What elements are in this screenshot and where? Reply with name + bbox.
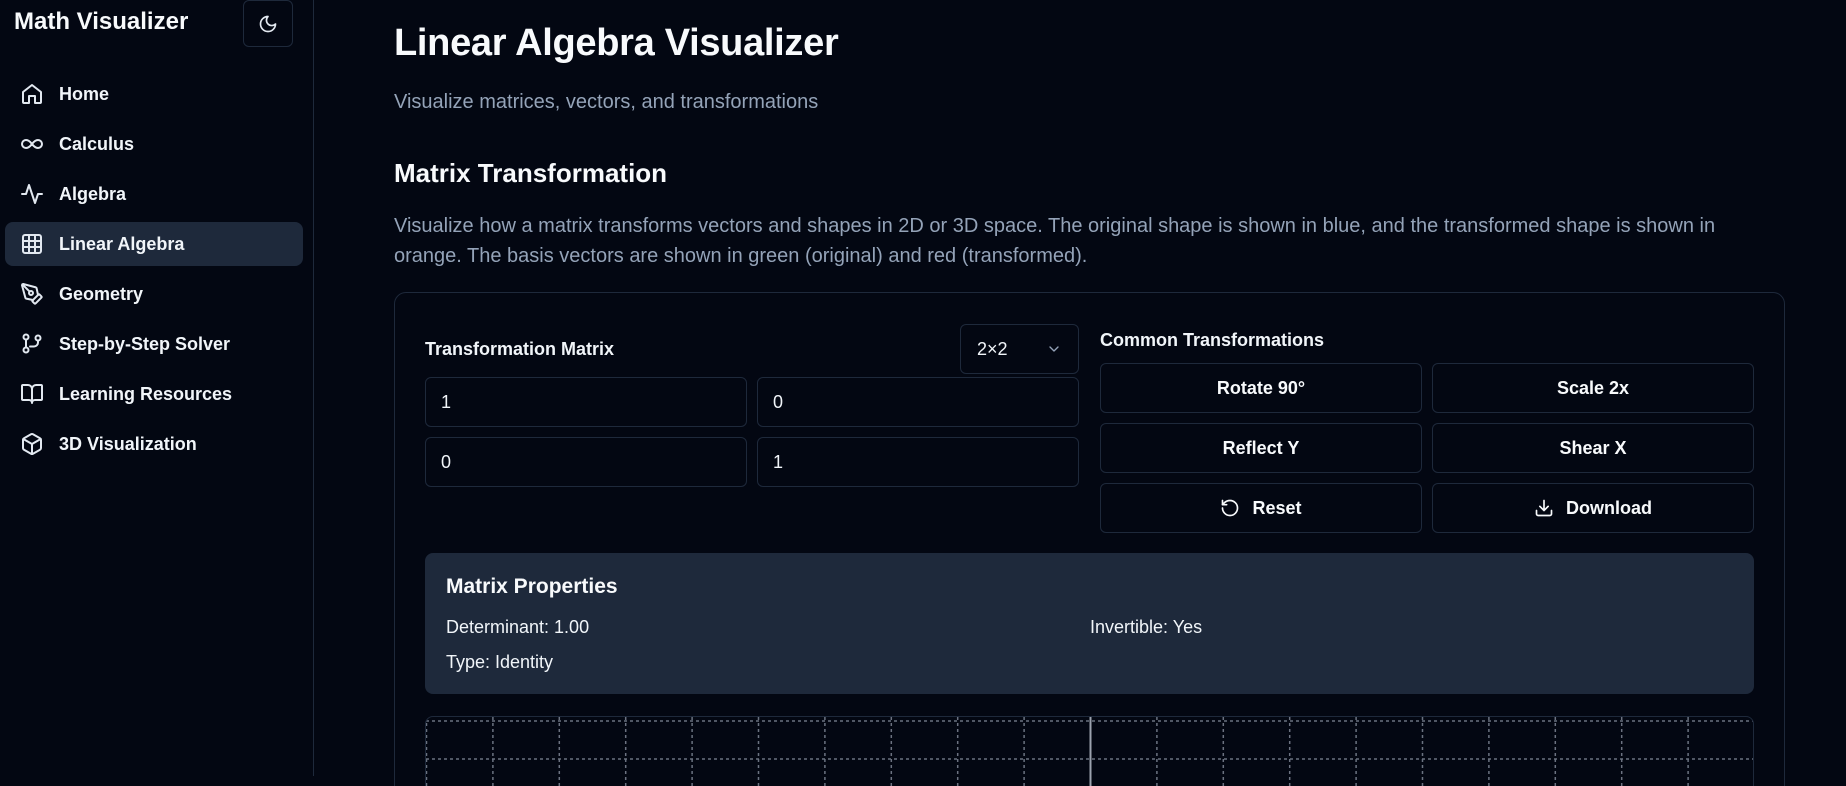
rotate-ccw-icon (1222, 499, 1239, 517)
theme-toggle-button[interactable] (243, 0, 293, 47)
button-label: Reflect Y (1222, 437, 1300, 458)
transformation-card: Transformation Matrix 2×2 Common Transfo… (394, 292, 1785, 786)
button-label: Shear X (1559, 437, 1627, 458)
common-transformations-label: Common Transformations (1100, 330, 1325, 350)
sidebar-item-label: Step-by-Step Solver (59, 333, 231, 354)
sidebar-item-calculus[interactable]: Calculus (5, 122, 303, 166)
git-branch-icon (19, 331, 45, 357)
sidebar-item-learning-resources[interactable]: Learning Resources (5, 372, 303, 416)
chevron-down-icon (1049, 346, 1059, 352)
book-open-icon (19, 381, 45, 407)
sidebar: Math Visualizer Home Calculus Algebra Li… (0, 0, 314, 776)
page-title: Linear Algebra Visualizer (394, 22, 839, 64)
sidebar-item-label: Home (59, 83, 110, 104)
visualization-canvas[interactable] (425, 716, 1754, 786)
pen-tool-icon (19, 281, 45, 307)
button-label: Download (1566, 497, 1652, 518)
invertible-value: Invertible: Yes (1090, 617, 1203, 637)
sidebar-item-3d-visualization[interactable]: 3D Visualization (5, 422, 303, 466)
sidebar-item-label: 3D Visualization (59, 433, 197, 454)
coordinate-grid (426, 717, 1753, 786)
matrix-cell-a11[interactable] (425, 377, 747, 427)
sidebar-item-algebra[interactable]: Algebra (5, 172, 303, 216)
sidebar-item-step-by-step-solver[interactable]: Step-by-Step Solver (5, 322, 303, 366)
determinant-value: Determinant: 1.00 (446, 617, 590, 637)
infinity-icon (19, 131, 45, 157)
scale-2x-button[interactable]: Scale 2x (1432, 363, 1754, 413)
matrix-properties-panel: Matrix Properties Determinant: 1.00 Inve… (425, 553, 1754, 694)
box-icon (19, 431, 45, 457)
sidebar-item-home[interactable]: Home (5, 72, 303, 116)
reset-button[interactable]: Reset (1100, 483, 1422, 533)
section-description: Visualize how a matrix transforms vector… (394, 215, 1716, 267)
sidebar-item-linear-algebra[interactable]: Linear Algebra (5, 222, 303, 266)
button-label: Scale 2x (1556, 377, 1630, 398)
matrix-type-value: Type: Identity (446, 652, 554, 672)
download-icon (1535, 499, 1553, 517)
activity-icon (19, 181, 45, 207)
matrix-size-value: 2×2 (977, 338, 1008, 359)
moon-icon (259, 15, 277, 32)
download-button[interactable]: Download (1432, 483, 1754, 533)
matrix-cell-a22[interactable] (757, 437, 1079, 487)
sidebar-item-label: Learning Resources (59, 383, 233, 404)
rotate-90-button[interactable]: Rotate 90° (1100, 363, 1422, 413)
shear-x-button[interactable]: Shear X (1432, 423, 1754, 473)
grid-icon (19, 231, 45, 257)
section-title: Matrix Transformation (394, 158, 668, 188)
matrix-size-select[interactable]: 2×2 (960, 324, 1079, 374)
home-icon (19, 81, 45, 107)
button-label: Reset (1252, 497, 1302, 518)
page-subtitle: Visualize matrices, vectors, and transfo… (394, 91, 819, 113)
sidebar-item-label: Algebra (59, 183, 127, 204)
matrix-label: Transformation Matrix (425, 339, 615, 359)
app-brand: Math Visualizer (14, 8, 189, 35)
button-label: Rotate 90° (1216, 377, 1306, 398)
sidebar-item-label: Linear Algebra (59, 233, 185, 254)
sidebar-item-geometry[interactable]: Geometry (5, 272, 303, 316)
matrix-properties-title: Matrix Properties (446, 575, 618, 598)
sidebar-nav: Home Calculus Algebra Linear Algebra Geo… (5, 72, 303, 472)
matrix-cell-a21[interactable] (425, 437, 747, 487)
sidebar-item-label: Calculus (59, 133, 135, 154)
reflect-y-button[interactable]: Reflect Y (1100, 423, 1422, 473)
main-content: Linear Algebra Visualizer Visualize matr… (394, 0, 1785, 786)
sidebar-item-label: Geometry (59, 283, 144, 304)
matrix-cell-a12[interactable] (757, 377, 1079, 427)
